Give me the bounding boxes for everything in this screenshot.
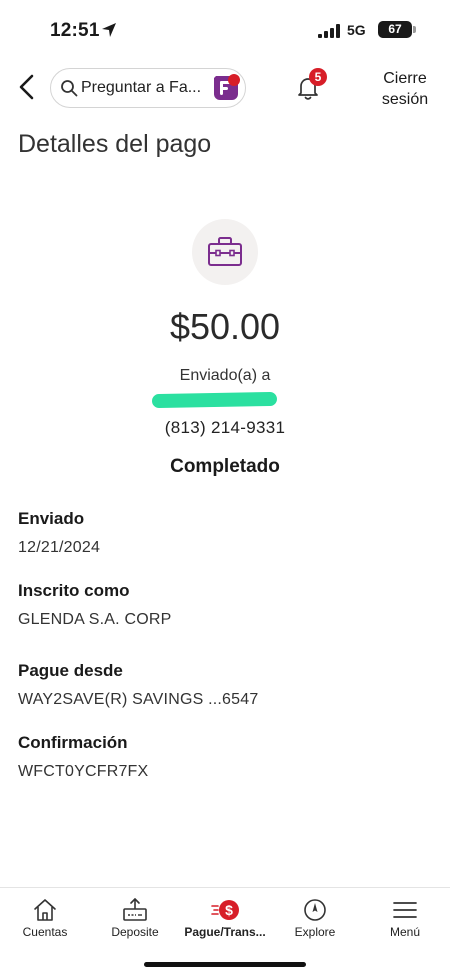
payment-icon-circle bbox=[192, 219, 258, 285]
back-chevron-icon[interactable] bbox=[14, 72, 40, 102]
page-title: Detalles del pago bbox=[18, 130, 212, 158]
detail-label-sent: Enviado bbox=[18, 509, 85, 528]
assistant-fargo-icon[interactable] bbox=[210, 72, 242, 104]
logout-label-line1: Cierre bbox=[383, 70, 427, 87]
nav-label-deposit: Deposite bbox=[111, 925, 159, 939]
search-icon bbox=[61, 80, 78, 97]
nav-item-menu[interactable]: Menú bbox=[360, 888, 450, 958]
logout-label-line2: sesión bbox=[381, 91, 429, 108]
logout-button[interactable]: Cierre sesión bbox=[370, 68, 440, 110]
search-placeholder: Preguntar a Fa... bbox=[81, 79, 202, 96]
home-indicator bbox=[144, 962, 306, 967]
nav-label-explore: Explore bbox=[294, 925, 336, 939]
battery-icon: 67 bbox=[378, 21, 412, 38]
nav-label-pay-transfer: Pague/Trans... bbox=[184, 925, 266, 939]
svg-text:$: $ bbox=[225, 902, 233, 918]
sent-to-label: Enviado(a) a bbox=[179, 367, 271, 384]
nav-item-explore[interactable]: Explore bbox=[270, 888, 360, 958]
status-bar: 12:51 5G 67 bbox=[0, 0, 450, 60]
payment-status: Completado bbox=[170, 456, 280, 477]
detail-label-pay-from: Pague desde bbox=[18, 661, 123, 680]
nav-item-deposit[interactable]: Deposite bbox=[90, 888, 180, 958]
detail-value-sent: 12/21/2024 bbox=[18, 539, 101, 556]
network-type: 5G bbox=[347, 22, 366, 38]
deposit-icon bbox=[123, 898, 147, 921]
briefcase-icon bbox=[208, 237, 242, 266]
pay-transfer-icon: $ bbox=[211, 900, 239, 920]
menu-icon bbox=[393, 902, 417, 918]
compass-icon bbox=[304, 899, 326, 921]
recipient-phone: (813) 214-9331 bbox=[164, 418, 286, 437]
detail-value-enrolled-as: GLENDA S.A. CORP bbox=[18, 611, 172, 628]
search-input[interactable]: Preguntar a Fa... bbox=[50, 68, 246, 108]
nav-item-accounts[interactable]: Cuentas bbox=[0, 888, 90, 958]
signal-icon bbox=[318, 24, 340, 38]
nav-item-pay-transfer[interactable]: $ Pague/Trans... bbox=[180, 888, 270, 958]
redacted-recipient-name bbox=[151, 391, 278, 409]
payment-amount: $50.00 bbox=[169, 306, 281, 347]
detail-label-confirmation: Confirmación bbox=[18, 733, 128, 752]
nav-label-accounts: Cuentas bbox=[22, 925, 68, 939]
home-icon bbox=[34, 899, 56, 921]
status-time: 12:51 bbox=[50, 20, 100, 41]
detail-value-confirmation: WFCT0YCFR7FX bbox=[18, 763, 149, 780]
location-arrow-icon bbox=[102, 23, 116, 37]
nav-label-menu: Menú bbox=[389, 925, 421, 939]
detail-value-pay-from: WAY2SAVE(R) SAVINGS ...6547 bbox=[18, 691, 259, 708]
battery-level: 67 bbox=[388, 22, 402, 36]
notification-badge: 5 bbox=[309, 68, 327, 86]
battery-tip bbox=[413, 26, 416, 33]
detail-label-enrolled-as: Inscrito como bbox=[18, 581, 130, 600]
